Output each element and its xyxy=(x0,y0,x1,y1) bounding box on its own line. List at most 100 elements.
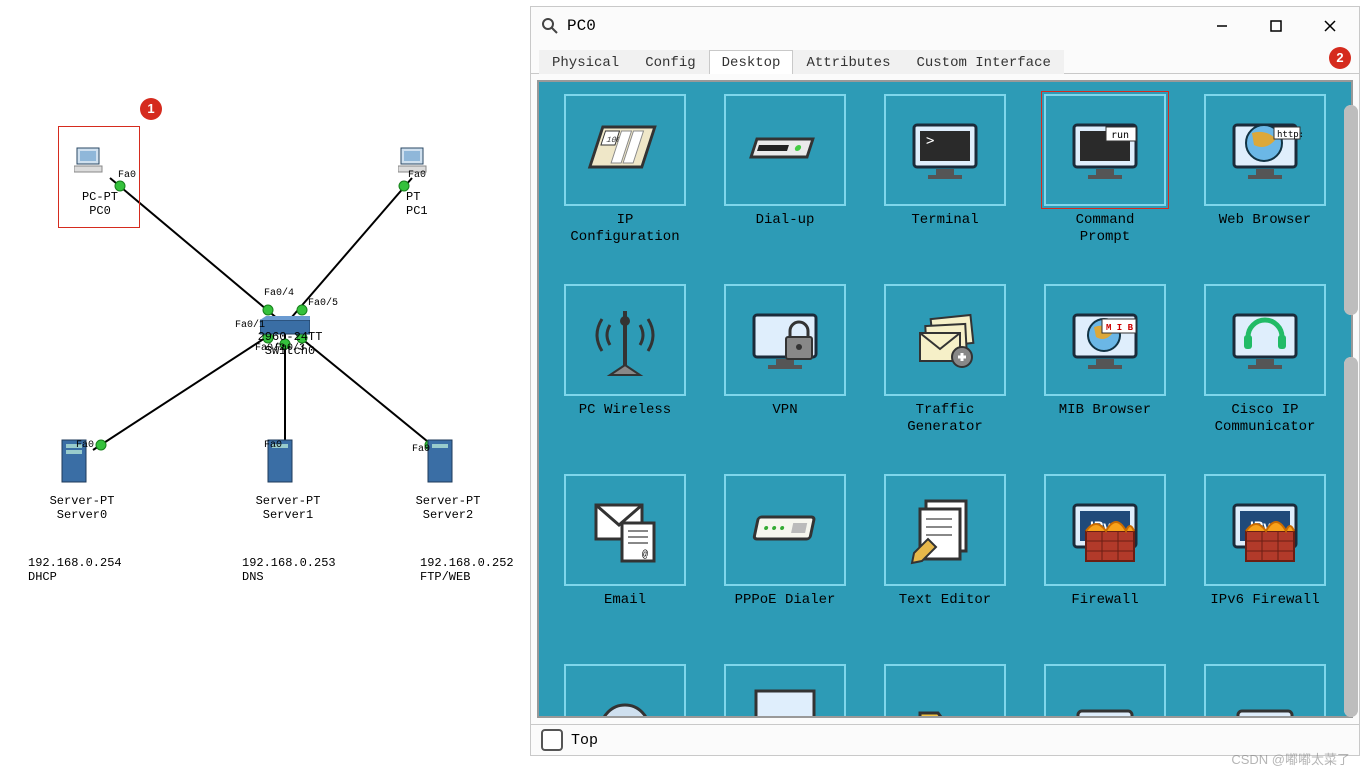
app-tile-fw6[interactable]: IPv6 xyxy=(1204,474,1326,586)
port-srv2-fa0: Fa0 xyxy=(412,444,430,455)
pc-icon xyxy=(74,146,108,174)
port-sw-fa05: Fa0/5 xyxy=(308,298,338,309)
app-cmd[interactable]: run Command Prompt xyxy=(1025,88,1185,278)
app-tile-vpn[interactable] xyxy=(724,284,846,396)
network-topology: 1 PC-PT PC0 Fa0 PT PC1 Fa0 2960-24TT Swi… xyxy=(0,0,530,774)
app-text[interactable]: Text Editor xyxy=(865,468,1025,658)
tab-desktop[interactable]: Desktop xyxy=(709,50,794,74)
pc0-window: PC0 Physical Config Desktop Attributes C… xyxy=(530,6,1360,756)
app-tile-web[interactable]: http: xyxy=(1204,94,1326,206)
app-label: IPv6 Firewall xyxy=(1210,592,1319,609)
svg-text:run: run xyxy=(1111,130,1129,141)
app-r4c5[interactable] xyxy=(1185,658,1345,716)
app-tile-cmd[interactable]: run xyxy=(1044,94,1166,206)
app-tile-dialup[interactable] xyxy=(724,94,846,206)
app-tile-mib[interactable]: M I B xyxy=(1044,284,1166,396)
marker-2: 2 xyxy=(1329,47,1351,69)
port-pc0-fa0: Fa0 xyxy=(118,170,136,181)
app-fw6[interactable]: IPv6 IPv6 Firewall xyxy=(1185,468,1345,658)
maximize-button[interactable] xyxy=(1253,7,1299,45)
app-tile-email[interactable]: @ xyxy=(564,474,686,586)
app-vpn[interactable]: VPN xyxy=(705,278,865,468)
scrollbar-thumb[interactable] xyxy=(1344,105,1358,315)
topology-links xyxy=(0,0,530,774)
app-r4c4[interactable] xyxy=(1025,658,1185,716)
label-pc1: PT PC1 xyxy=(406,190,466,218)
app-label: Command Prompt xyxy=(1076,212,1135,246)
titlebar: PC0 xyxy=(531,7,1359,45)
port-pc1-fa0: Fa0 xyxy=(408,170,426,181)
footer-label: Top xyxy=(571,732,598,749)
scrollbar-thumb[interactable] xyxy=(1344,357,1358,717)
svg-text:>: > xyxy=(926,133,934,149)
tabbar: Physical Config Desktop Attributes Custo… xyxy=(531,45,1359,74)
app-tile-r4c1[interactable] xyxy=(564,664,686,716)
scrollbar[interactable] xyxy=(1344,105,1358,315)
app-r4c3[interactable] xyxy=(865,658,1025,716)
app-tile-fw4[interactable]: IPv4 xyxy=(1044,474,1166,586)
svg-text:M I B: M I B xyxy=(1106,323,1134,333)
port-sw-fa04: Fa0/4 xyxy=(264,288,294,299)
app-label: Traffic Generator xyxy=(907,402,983,436)
app-label: PC Wireless xyxy=(579,402,671,419)
ip-server1: 192.168.0.253 DNS xyxy=(242,556,336,584)
top-checkbox[interactable] xyxy=(541,729,563,751)
port-srv1-fa0: Fa0 xyxy=(264,440,282,451)
app-mib[interactable]: M I B MIB Browser xyxy=(1025,278,1185,468)
app-r4c2[interactable] xyxy=(705,658,865,716)
app-fw4[interactable]: IPv4 Firewall xyxy=(1025,468,1185,658)
app-tile-ipcomm[interactable] xyxy=(1204,284,1326,396)
app-tile-r4c2[interactable] xyxy=(724,664,846,716)
app-email[interactable]: @Email xyxy=(545,468,705,658)
ip-server2: 192.168.0.252 FTP/WEB xyxy=(420,556,514,584)
app-label: Terminal xyxy=(911,212,978,229)
label-server2: Server-PT Server2 xyxy=(398,494,498,522)
app-tile-wifi[interactable] xyxy=(564,284,686,396)
port-sw-fa03: Fa0/3 xyxy=(275,343,305,354)
close-button[interactable] xyxy=(1307,7,1353,45)
tab-custom[interactable]: Custom Interface xyxy=(903,50,1063,74)
label-pc0: PC-PT PC0 xyxy=(60,190,140,218)
app-label: Text Editor xyxy=(899,592,991,609)
app-ipcfg[interactable]: 106 IP Configuration xyxy=(545,88,705,278)
app-label: MIB Browser xyxy=(1059,402,1151,419)
app-traffic[interactable]: Traffic Generator xyxy=(865,278,1025,468)
app-dialup[interactable]: Dial-up xyxy=(705,88,865,278)
label-server0: Server-PT Server0 xyxy=(32,494,132,522)
minimize-button[interactable] xyxy=(1199,7,1245,45)
app-label: IP Configuration xyxy=(570,212,679,246)
marker-1: 1 xyxy=(140,98,162,120)
app-label: Firewall xyxy=(1071,592,1138,609)
app-r4c1[interactable] xyxy=(545,658,705,716)
app-tile-traffic[interactable] xyxy=(884,284,1006,396)
app-tile-terminal[interactable]: > xyxy=(884,94,1006,206)
app-label: Web Browser xyxy=(1219,212,1311,229)
server-icon xyxy=(426,438,454,484)
app-tile-text[interactable] xyxy=(884,474,1006,586)
port-srv0-fa0: Fa0 xyxy=(76,440,94,451)
app-tile-r4c3[interactable] xyxy=(884,664,1006,716)
tab-config[interactable]: Config xyxy=(632,50,708,74)
app-tile-ipcfg[interactable]: 106 xyxy=(564,94,686,206)
app-ipcomm[interactable]: Cisco IP Communicator xyxy=(1185,278,1345,468)
desktop-panel: 106 IP Configuration Dial-up > Terminal run Co… xyxy=(537,80,1353,718)
app-label: Cisco IP Communicator xyxy=(1215,402,1316,436)
tab-attributes[interactable]: Attributes xyxy=(793,50,903,74)
app-tile-r4c4[interactable] xyxy=(1044,664,1166,716)
ip-server0: 192.168.0.254 DHCP xyxy=(28,556,122,584)
app-wifi[interactable]: PC Wireless xyxy=(545,278,705,468)
app-tile-pppoe[interactable] xyxy=(724,474,846,586)
app-icon xyxy=(541,17,559,35)
app-label: Dial-up xyxy=(756,212,815,229)
app-label: VPN xyxy=(772,402,797,419)
svg-text:@: @ xyxy=(642,549,648,561)
app-web[interactable]: http: Web Browser xyxy=(1185,88,1345,278)
tab-physical[interactable]: Physical xyxy=(539,50,632,74)
app-pppoe[interactable]: PPPoE Dialer xyxy=(705,468,865,658)
app-tile-r4c5[interactable] xyxy=(1204,664,1326,716)
scrollbar-lower[interactable] xyxy=(1344,357,1358,717)
svg-text:http:: http: xyxy=(1277,130,1304,140)
label-server1: Server-PT Server1 xyxy=(238,494,338,522)
app-terminal[interactable]: > Terminal xyxy=(865,88,1025,278)
app-label: PPPoE Dialer xyxy=(735,592,836,609)
